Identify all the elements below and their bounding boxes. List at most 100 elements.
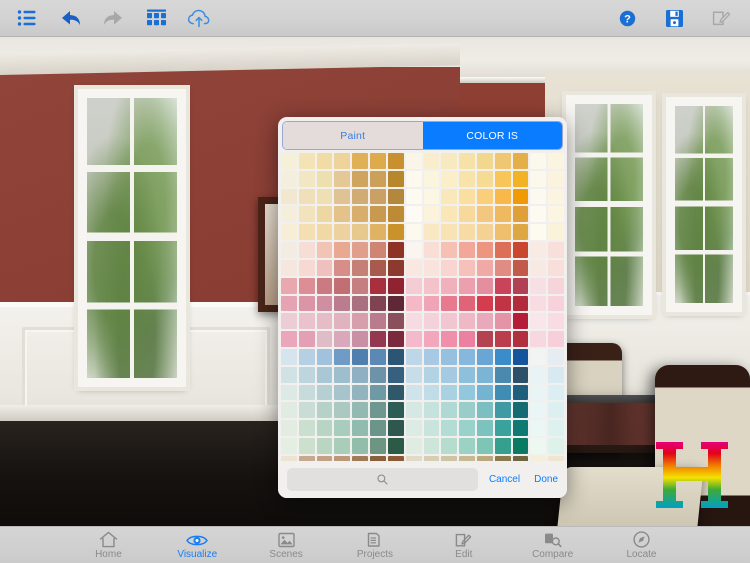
color-swatch[interactable] (370, 259, 386, 276)
color-swatch[interactable] (298, 438, 315, 454)
color-swatch[interactable] (298, 348, 315, 365)
color-swatch[interactable] (494, 224, 511, 241)
color-swatch[interactable] (441, 170, 458, 187)
nav-item-visualize[interactable]: Visualize (160, 531, 234, 560)
color-swatch[interactable] (512, 153, 529, 169)
color-swatch[interactable] (459, 420, 475, 436)
tab-color-is[interactable]: COLOR IS (422, 122, 562, 149)
color-swatch[interactable] (405, 224, 422, 241)
color-swatch[interactable] (512, 420, 529, 436)
color-swatch[interactable] (334, 224, 351, 241)
color-swatch[interactable] (494, 384, 511, 401)
color-swatch[interactable] (405, 313, 422, 330)
color-swatch[interactable] (298, 242, 315, 258)
undo-icon[interactable] (57, 5, 83, 31)
color-swatch[interactable] (405, 259, 422, 276)
color-swatch[interactable] (370, 295, 386, 312)
color-swatch[interactable] (494, 170, 511, 187)
color-swatch[interactable] (476, 170, 493, 187)
color-swatch[interactable] (334, 153, 351, 169)
color-swatch[interactable] (334, 313, 351, 330)
color-swatch[interactable] (281, 438, 297, 454)
color-swatch[interactable] (352, 188, 369, 205)
color-swatch[interactable] (387, 313, 404, 330)
color-swatch[interactable] (512, 170, 529, 187)
color-swatch[interactable] (370, 153, 386, 169)
color-swatch[interactable] (441, 331, 458, 347)
color-swatch[interactable] (512, 259, 529, 276)
color-swatch[interactable] (298, 313, 315, 330)
color-swatch[interactable] (281, 206, 297, 223)
color-swatch[interactable] (387, 366, 404, 383)
color-swatch[interactable] (441, 420, 458, 436)
color-swatch[interactable] (441, 277, 458, 294)
color-swatch[interactable] (459, 153, 475, 169)
color-swatch[interactable] (548, 402, 564, 419)
color-swatch[interactable] (352, 170, 369, 187)
color-swatch[interactable] (423, 366, 440, 383)
color-swatch[interactable] (494, 313, 511, 330)
search-input[interactable] (287, 468, 478, 491)
color-swatch[interactable] (494, 348, 511, 365)
cloud-upload-icon[interactable] (186, 5, 212, 31)
color-swatch[interactable] (334, 438, 351, 454)
color-swatch[interactable] (334, 259, 351, 276)
color-swatch[interactable] (370, 277, 386, 294)
color-swatch[interactable] (476, 384, 493, 401)
color-swatch[interactable] (316, 331, 333, 347)
color-swatch[interactable] (405, 277, 422, 294)
color-swatch[interactable] (494, 295, 511, 312)
nav-item-compare[interactable]: Compare (516, 531, 590, 560)
color-swatch[interactable] (387, 420, 404, 436)
color-swatch[interactable] (548, 206, 564, 223)
nav-item-scenes[interactable]: Scenes (249, 531, 323, 560)
color-swatch[interactable] (387, 277, 404, 294)
color-swatch[interactable] (548, 153, 564, 169)
color-swatch[interactable] (476, 331, 493, 347)
color-swatch[interactable] (530, 224, 547, 241)
color-swatch[interactable] (352, 313, 369, 330)
color-swatch[interactable] (298, 170, 315, 187)
color-swatch[interactable] (423, 331, 440, 347)
color-swatch[interactable] (530, 313, 547, 330)
color-swatch[interactable] (512, 438, 529, 454)
color-swatch[interactable] (512, 331, 529, 347)
color-swatch[interactable] (298, 277, 315, 294)
color-swatch[interactable] (512, 402, 529, 419)
color-swatch[interactable] (512, 242, 529, 258)
color-swatch[interactable] (370, 331, 386, 347)
color-swatch[interactable] (316, 384, 333, 401)
color-swatch[interactable] (370, 224, 386, 241)
color-swatch[interactable] (459, 402, 475, 419)
color-swatch[interactable] (370, 188, 386, 205)
color-swatch[interactable] (387, 259, 404, 276)
color-swatch[interactable] (441, 206, 458, 223)
color-swatch[interactable] (512, 206, 529, 223)
color-swatch[interactable] (512, 277, 529, 294)
color-swatch[interactable] (370, 402, 386, 419)
color-swatch[interactable] (298, 384, 315, 401)
color-swatch[interactable] (281, 366, 297, 383)
color-swatch[interactable] (423, 348, 440, 365)
color-swatch[interactable] (548, 277, 564, 294)
color-swatch[interactable] (298, 402, 315, 419)
color-swatch[interactable] (459, 259, 475, 276)
color-swatch[interactable] (352, 206, 369, 223)
color-swatch[interactable] (334, 348, 351, 365)
color-swatch[interactable] (441, 153, 458, 169)
color-swatch[interactable] (441, 348, 458, 365)
color-swatch[interactable] (352, 438, 369, 454)
color-swatch[interactable] (316, 438, 333, 454)
save-icon[interactable] (661, 5, 687, 31)
color-swatch[interactable] (387, 384, 404, 401)
grid-icon[interactable] (143, 5, 169, 31)
color-swatch[interactable] (494, 259, 511, 276)
color-swatch[interactable] (352, 153, 369, 169)
color-swatch[interactable] (548, 384, 564, 401)
color-swatch[interactable] (352, 348, 369, 365)
color-swatch[interactable] (530, 402, 547, 419)
color-swatch[interactable] (512, 348, 529, 365)
color-swatch[interactable] (476, 366, 493, 383)
color-swatch[interactable] (316, 313, 333, 330)
color-swatch[interactable] (476, 313, 493, 330)
